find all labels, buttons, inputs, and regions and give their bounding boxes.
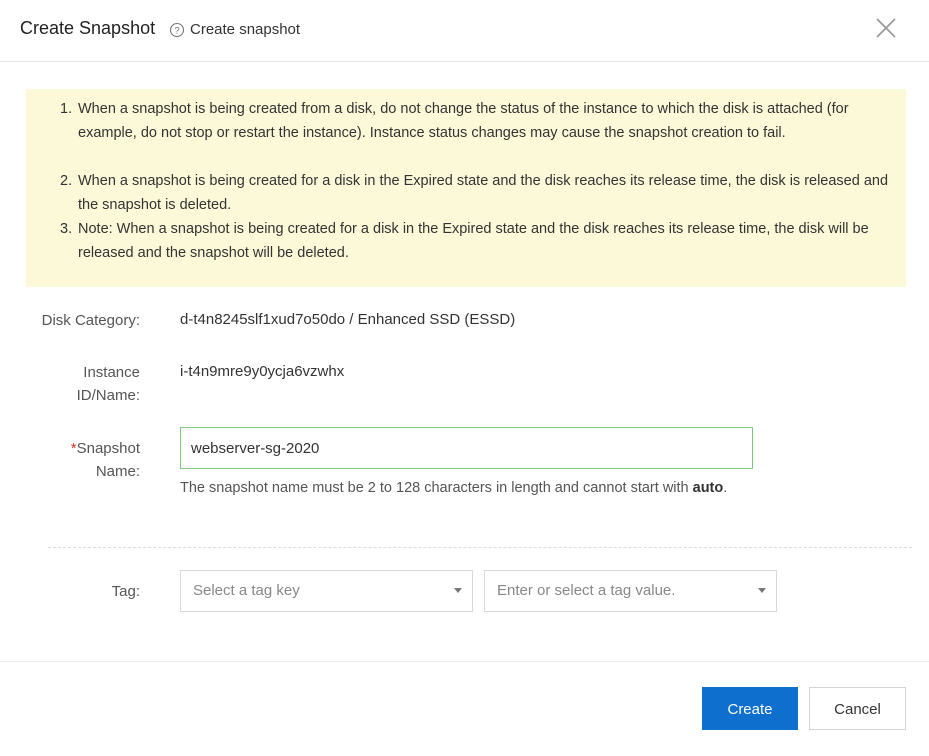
footer-divider: [0, 661, 929, 662]
svg-text:?: ?: [174, 26, 179, 37]
notice-item-number: 2.: [60, 173, 73, 189]
notice-item-number: 3.: [60, 221, 73, 237]
create-button[interactable]: Create: [702, 687, 798, 730]
snapshot-name-input[interactable]: [180, 427, 753, 469]
notice-item: 2. When a snapshot is being created for …: [60, 169, 890, 217]
caret-down-icon: [454, 588, 462, 593]
disk-category-label: Disk Category:: [41, 312, 140, 329]
instance-value: i-t4n9mre9y0ycja6vzwhx: [180, 363, 345, 380]
tag-key-select[interactable]: Select a tag key: [180, 570, 473, 612]
notice-item-text: When a snapshot is being created from a …: [78, 101, 849, 141]
instance-label: Instance ID/Name:: [76, 364, 140, 404]
notice-item: 1. When a snapshot is being created from…: [60, 97, 890, 145]
snapshot-name-hint: The snapshot name must be 2 to 128 chara…: [180, 477, 760, 500]
notice-item: 3. Note: When a snapshot is being create…: [60, 217, 890, 265]
snapshot-name-label-text: Snapshot Name:: [76, 440, 140, 480]
notice-item-text: Note: When a snapshot is being created f…: [78, 221, 869, 261]
dialog-header: Create Snapshot ? Create snapshot: [0, 0, 929, 62]
hint-text: The snapshot name must be 2 to 128 chara…: [180, 480, 693, 496]
caret-down-icon: [758, 588, 766, 593]
close-icon[interactable]: [872, 14, 900, 42]
tag-key-placeholder: Select a tag key: [193, 582, 300, 599]
notice-item-text: When a snapshot is being created for a d…: [78, 173, 889, 213]
dialog-subtitle: Create snapshot: [190, 21, 301, 38]
hint-suffix: .: [723, 480, 728, 496]
tag-value-placeholder: Enter or select a tag value.: [497, 582, 676, 599]
create-snapshot-dialog: Create Snapshot ? Create snapshot 1. Whe…: [0, 0, 929, 756]
notice-item-number: 1.: [60, 101, 73, 117]
section-divider: [48, 547, 912, 548]
dialog-title: Create Snapshot: [20, 18, 156, 38]
tag-label: Tag:: [111, 583, 140, 600]
question-circle-icon[interactable]: ?: [169, 22, 185, 38]
warning-notice: 1. When a snapshot is being created from…: [26, 89, 906, 287]
cancel-button[interactable]: Cancel: [809, 687, 906, 730]
tag-value-select[interactable]: Enter or select a tag value.: [484, 570, 777, 612]
disk-category-value: d-t4n8245slf1xud7o50do / Enhanced SSD (E…: [180, 311, 516, 328]
snapshot-name-label: *Snapshot Name:: [50, 437, 140, 483]
hint-bold-text: auto: [692, 480, 724, 496]
